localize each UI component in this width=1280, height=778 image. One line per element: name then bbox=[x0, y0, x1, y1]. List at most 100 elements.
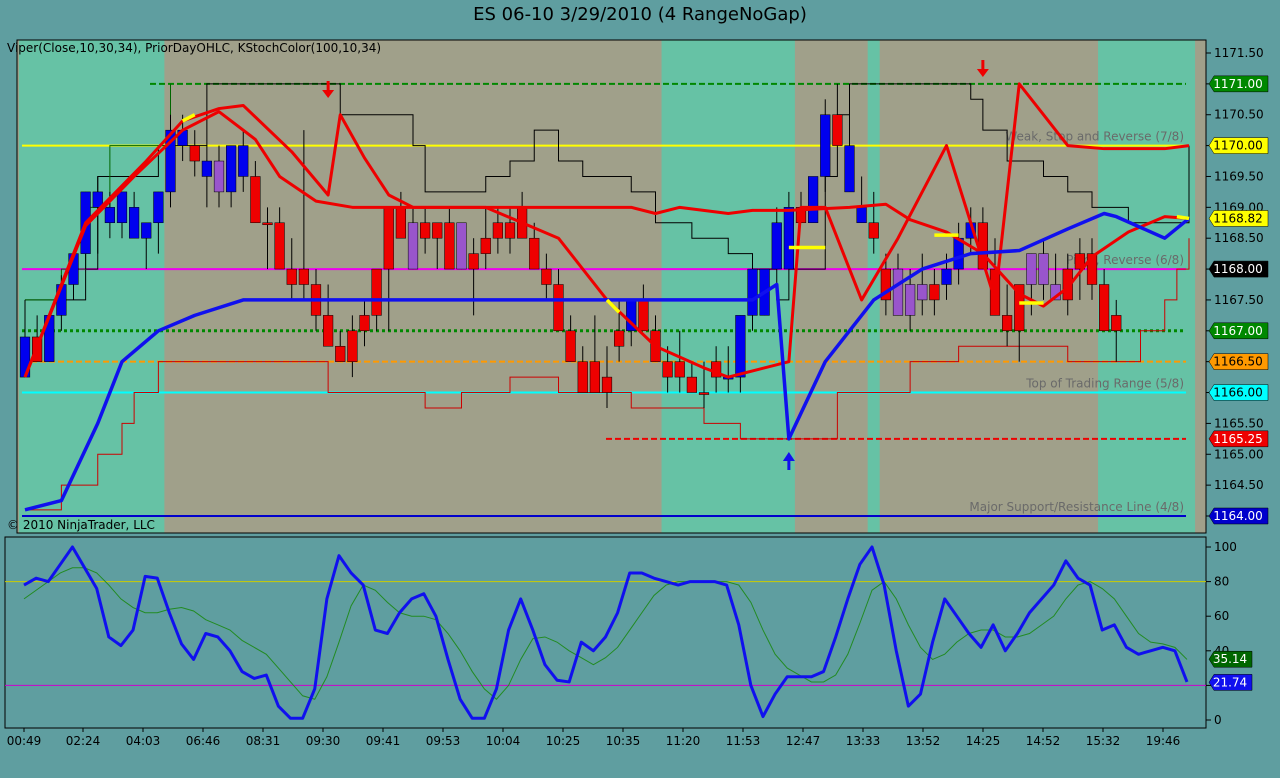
time-tick-label: 09:41 bbox=[366, 734, 401, 748]
price-tick-label: 1171.50 bbox=[1214, 46, 1264, 60]
candle-body bbox=[504, 222, 516, 239]
time-tick-label: 12:47 bbox=[786, 734, 821, 748]
time-tick-label: 00:49 bbox=[7, 734, 42, 748]
candle-body bbox=[529, 237, 540, 270]
candle-body bbox=[868, 222, 879, 239]
time-tick-label: 10:04 bbox=[486, 734, 521, 748]
level-note: Top of Trading Range (5/8) bbox=[1025, 377, 1184, 391]
price-level-tag: 1166.00 bbox=[1208, 384, 1269, 401]
background-zone bbox=[1098, 40, 1196, 533]
time-tick-label: 19:46 bbox=[1146, 734, 1181, 748]
price-tick-label: 1169.50 bbox=[1214, 169, 1264, 183]
viper-flat-segment bbox=[1176, 214, 1190, 221]
price-level-tag: 1165.25 bbox=[1208, 430, 1269, 448]
candle-body bbox=[213, 160, 225, 193]
tag-label: 1168.82 bbox=[1213, 211, 1263, 225]
candle-body bbox=[698, 392, 710, 395]
candle-body bbox=[662, 361, 673, 378]
time-tick-label: 02:24 bbox=[66, 734, 101, 748]
arrow-shaft bbox=[981, 60, 985, 70]
candle-body bbox=[1099, 284, 1110, 332]
candle-body bbox=[153, 191, 164, 224]
tag-label: 21.74 bbox=[1213, 675, 1247, 689]
time-tick-label: 11:53 bbox=[726, 734, 761, 748]
candle-body bbox=[492, 222, 503, 239]
candle-body bbox=[892, 268, 904, 316]
candle-body bbox=[298, 268, 309, 285]
candle-body bbox=[820, 114, 831, 177]
candle-body bbox=[444, 222, 455, 270]
price-tick-label: 1165.00 bbox=[1214, 447, 1264, 461]
tag-label: 1164.00 bbox=[1213, 509, 1263, 523]
candle-body bbox=[371, 268, 382, 316]
time-tick-label: 08:31 bbox=[246, 734, 281, 748]
candle-body bbox=[783, 207, 794, 270]
time-tick-label: 09:53 bbox=[426, 734, 461, 748]
candle-body bbox=[1038, 253, 1049, 285]
candle-body bbox=[614, 330, 625, 347]
candle-body bbox=[407, 222, 419, 270]
price-level-tag: 1168.00 bbox=[1208, 260, 1269, 278]
candle-body bbox=[347, 330, 358, 362]
level-note: Major Support/Resistance Line (4/8) bbox=[969, 500, 1184, 514]
time-tick-label: 04:03 bbox=[126, 734, 161, 748]
candle-body bbox=[432, 222, 443, 239]
candle-body bbox=[601, 376, 613, 393]
time-tick-label: 15:32 bbox=[1086, 734, 1121, 748]
stoch-tick-label: 0 bbox=[1214, 713, 1222, 727]
candle-body bbox=[274, 222, 285, 270]
tag-label: 1170.00 bbox=[1213, 139, 1263, 153]
candle-body bbox=[238, 145, 249, 177]
candle-body bbox=[1111, 315, 1122, 332]
stoch-tick-label: 100 bbox=[1214, 540, 1237, 554]
candle-body bbox=[116, 191, 128, 224]
candle-body bbox=[201, 160, 212, 177]
candle-body bbox=[686, 376, 697, 393]
candle-body bbox=[941, 268, 952, 285]
candle-body bbox=[929, 284, 940, 301]
candle-body bbox=[577, 361, 588, 393]
time-tick-label: 09:30 bbox=[306, 734, 341, 748]
candle-body bbox=[638, 299, 649, 332]
candle-body bbox=[141, 222, 152, 239]
time-tick-label: 13:52 bbox=[906, 734, 941, 748]
stoch-plot-area bbox=[4, 536, 1207, 729]
candle-body bbox=[553, 284, 564, 332]
copyright-notice: © 2010 NinjaTrader, LLC bbox=[7, 518, 155, 532]
tag-label: 1166.50 bbox=[1213, 355, 1263, 369]
price-panel[interactable]: Weak, Stop and Reverse (7/8)Pivot, Rever… bbox=[16, 39, 1269, 534]
price-tick-label: 1168.50 bbox=[1214, 231, 1264, 245]
stoch-value-tag: 35.14 bbox=[1208, 650, 1253, 668]
candle-body bbox=[541, 268, 552, 285]
candle-body bbox=[856, 207, 867, 224]
time-tick-label: 11:20 bbox=[666, 734, 701, 748]
price-tick-label: 1170.50 bbox=[1214, 108, 1264, 122]
candle-body bbox=[129, 207, 140, 239]
price-level-tag: 1166.50 bbox=[1208, 353, 1269, 370]
price-tick-label: 1164.50 bbox=[1214, 478, 1264, 492]
candle-body bbox=[480, 237, 491, 254]
candle-body bbox=[589, 361, 600, 393]
candle-body bbox=[771, 222, 782, 270]
chart-canvas: Weak, Stop and Reverse (7/8)Pivot, Rever… bbox=[4, 39, 1269, 748]
candle-body bbox=[104, 207, 115, 224]
stoch-value-tag: 21.74 bbox=[1208, 674, 1253, 691]
candle-body bbox=[323, 315, 334, 347]
candle-body bbox=[250, 176, 261, 224]
candle-body bbox=[226, 145, 237, 193]
stochastic-panel[interactable]: 10080604020035.1421.74 bbox=[4, 536, 1253, 729]
price-level-tag: 1170.00 bbox=[1208, 137, 1269, 154]
time-tick-label: 14:25 bbox=[966, 734, 1001, 748]
candle-body bbox=[383, 207, 394, 270]
arrow-shaft bbox=[787, 460, 791, 470]
price-level-tag: 1171.00 bbox=[1208, 75, 1269, 93]
candle-body bbox=[189, 145, 200, 162]
candle-body bbox=[747, 268, 758, 316]
candle-body bbox=[1026, 253, 1037, 285]
candle-body bbox=[808, 176, 819, 224]
candle-body bbox=[674, 361, 685, 378]
time-tick-label: 14:52 bbox=[1026, 734, 1061, 748]
candle-body bbox=[917, 284, 928, 301]
level-note: Weak, Stop and Reverse (7/8) bbox=[1005, 130, 1184, 144]
background-zone bbox=[18, 40, 165, 533]
